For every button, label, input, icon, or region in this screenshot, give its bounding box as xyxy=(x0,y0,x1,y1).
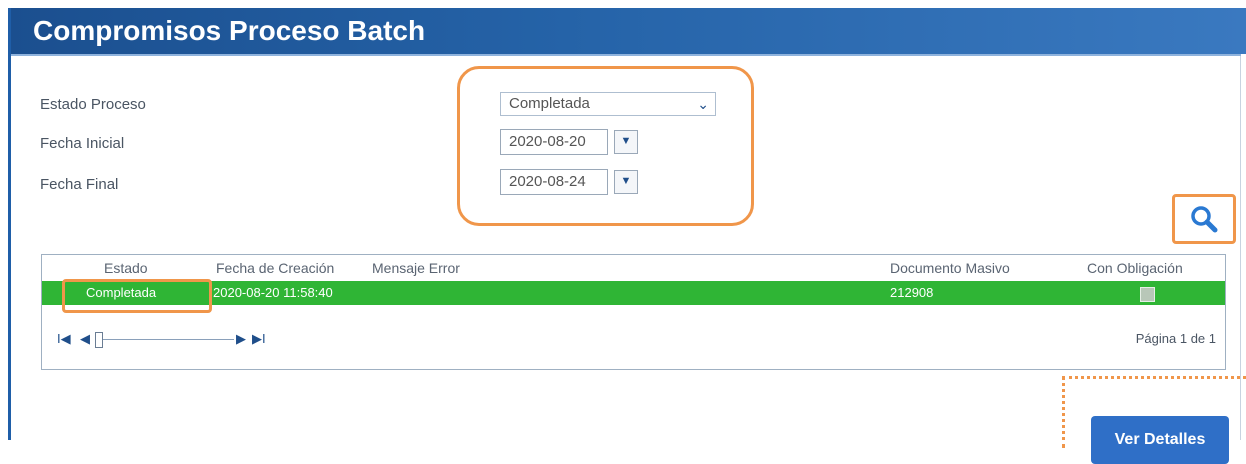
fecha-final-label: Fecha Final xyxy=(40,176,119,193)
fecha-cell: 2020-08-20 11:58:40 xyxy=(213,285,333,300)
prev-page-icon[interactable]: ◀ xyxy=(80,331,90,347)
pager-track xyxy=(96,339,234,340)
page-info: Página 1 de 1 xyxy=(1135,331,1216,346)
filters-highlight xyxy=(457,66,754,226)
estado-highlight xyxy=(62,279,212,313)
next-page-icon[interactable]: ▶ xyxy=(236,331,246,347)
search-icon[interactable] xyxy=(1189,204,1219,234)
page-title: Compromisos Proceso Batch xyxy=(11,8,1246,54)
table-header: Estado Fecha de Creación Mensaje Error D… xyxy=(42,255,1225,279)
documento-cell: 212908 xyxy=(890,285,934,300)
column-header[interactable]: Fecha de Creación xyxy=(216,255,334,281)
con-obligacion-checkbox[interactable] xyxy=(1140,287,1155,302)
column-header[interactable]: Estado xyxy=(104,255,148,281)
column-header[interactable]: Mensaje Error xyxy=(372,255,460,281)
first-page-icon[interactable]: I◀ xyxy=(57,331,71,347)
fecha-inicial-label: Fecha Inicial xyxy=(40,135,125,152)
column-header[interactable]: Documento Masivo xyxy=(890,255,1010,281)
column-header[interactable]: Con Obligación xyxy=(1087,255,1183,281)
title-divider xyxy=(11,54,1241,56)
last-page-icon[interactable]: ▶I xyxy=(252,331,266,347)
ver-detalles-button[interactable]: Ver Detalles xyxy=(1091,416,1229,464)
pager-slider-handle[interactable] xyxy=(95,332,103,348)
pager: I◀ ◀ ▶ ▶I Página 1 de 1 xyxy=(42,329,1225,351)
estado-proceso-label: Estado Proceso xyxy=(40,96,146,113)
results-table: Estado Fecha de Creación Mensaje Error D… xyxy=(41,254,1226,370)
search-highlight xyxy=(1172,194,1236,244)
table-row[interactable]: Completada 2020-08-20 11:58:40 212908 xyxy=(42,281,1225,305)
